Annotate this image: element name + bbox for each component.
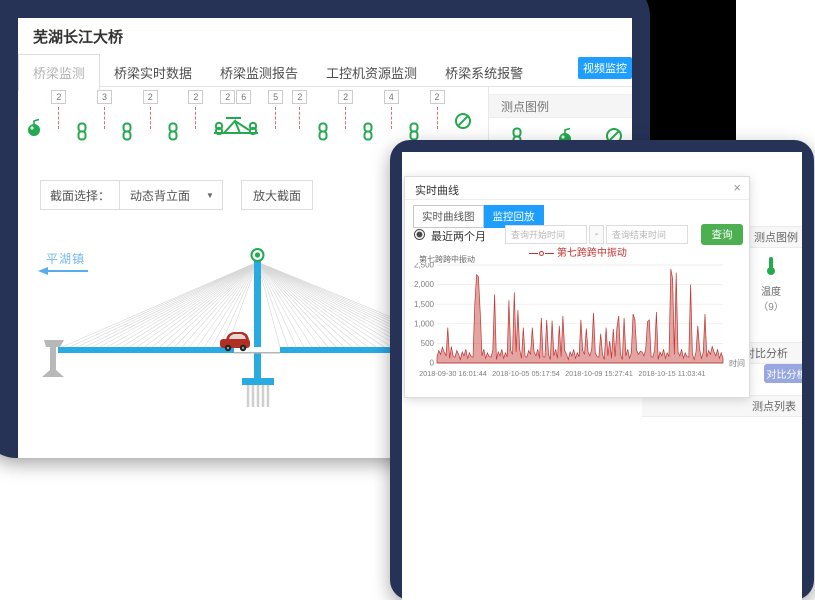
date-range-separator: - [589,225,604,244]
sensor-dash-line [58,107,59,129]
legend-series-label: 第七跨跨中振动 [557,248,627,259]
strip-sensor-group: 5 [268,90,283,129]
svg-text:1,000: 1,000 [414,319,435,328]
sensor-count-badge: 2 [292,90,307,104]
realtime-curve-dialog: 实时曲线 × 实时曲线图监控回放 最近两个月 - 查询 第七跨跨中振动 第七跨跨… [404,176,750,398]
strip-chain-icon[interactable] [362,90,374,141]
main-tabs-row: 桥梁监测桥梁实时数据桥梁监测报告工控机资源监测桥梁系统报警 视频监控 [18,54,632,87]
sensor-dash-line [299,107,300,129]
legend-panel-title: 测点图例 [489,94,632,118]
sensor-dash-line [104,107,105,129]
strip-chain-icon[interactable] [167,90,179,141]
legend-line-icon [529,253,538,254]
sensor-count-badge: 3 [97,90,112,104]
strip-sensor-group: 2 [51,90,66,129]
strip-sensor-group: 2 [188,90,203,129]
svg-text:2018-10-05 05:17:54: 2018-10-05 05:17:54 [492,369,560,378]
tower-sensor-icon[interactable] [252,249,264,261]
main-tab-3[interactable]: 工控机资源监测 [312,55,431,90]
video-monitor-button[interactable]: 视频监控 [578,57,632,79]
strip-chain-icon[interactable] [408,90,420,141]
chart-series-area [437,269,723,363]
legend-circle-icon [539,251,544,256]
sensor-count-badge: 2 [188,90,203,104]
sensor-count-badge: 2 [220,90,235,104]
strip-sensor-group: 2 [143,90,158,129]
main-tab-4[interactable]: 桥梁系统报警 [431,55,537,90]
query-button[interactable]: 查询 [701,224,743,245]
sensor-count-badge: 6 [236,90,251,104]
sensor-dash-line [195,107,196,129]
section-selector-row: 截面选择： 动态背立面 ▼ 放大截面 [40,180,313,210]
sensor-count-badge: 2 [430,90,445,104]
strip-ball-icon[interactable] [26,90,42,137]
svg-text:500: 500 [421,339,435,348]
strip-ban-icon[interactable] [454,90,472,130]
bridge-abutment [42,340,64,377]
deck-joint [234,352,280,354]
thermometer-icon [765,256,777,276]
end-time-input[interactable] [606,225,688,244]
vibration-chart: 0 500 1,000 1,500 2,000 2,500 2018-09-30 16:01… [407,263,749,395]
temperature-label: 温度 [754,283,788,298]
chevron-down-icon: ▼ [206,191,214,200]
dialog-titlebar: 实时曲线 × [405,177,749,200]
section-select-value: 动态背立面 [130,187,190,204]
sensor-count-badge: 2 [143,90,158,104]
strip-bridge-icon[interactable]: 26 [213,90,259,137]
range-radio[interactable] [415,230,424,239]
main-tabs: 桥梁监测桥梁实时数据桥梁监测报告工控机资源监测桥梁系统报警 [18,65,537,82]
range-radio-label: 最近两个月 [431,228,486,244]
pier-cap [242,378,274,385]
query-form: 最近两个月 - 查询 [413,225,745,245]
main-tab-2[interactable]: 桥梁监测报告 [206,55,312,90]
main-tab-0[interactable]: 桥梁监测 [18,54,100,91]
svg-text:2018-09-30 16:01:44: 2018-09-30 16:01:44 [419,369,487,378]
legend-line-icon [545,253,554,254]
modal-window-frame: 测点图例 温度 （9） 对比分析 对比分析 测点列表 实时曲线 × 实时曲线图监… [390,140,814,600]
sensor-count-badge: 5 [268,90,283,104]
strip-sensor-group: 2 [338,90,353,129]
section-selector-label: 截面选择： [41,181,120,209]
svg-text:2,500: 2,500 [414,263,435,270]
start-time-input[interactable] [505,225,587,244]
strip-chain-icon[interactable] [76,90,88,141]
strip-sensor-group: 2 [430,90,445,129]
sensor-dash-line [150,107,151,129]
svg-text:0: 0 [430,359,435,368]
zoom-section-button[interactable]: 放大截面 [241,180,313,210]
modal-window-content: 测点图例 温度 （9） 对比分析 对比分析 测点列表 实时曲线 × 实时曲线图监… [402,152,802,600]
section-selector-group: 截面选择： 动态背立面 ▼ [40,180,223,210]
strip-sensor-group: 2 [292,90,307,129]
point-list-header: 测点列表 [642,395,802,417]
sensor-count-badge: 2 [338,90,353,104]
sensor-dash-line [275,107,276,129]
sensor-dash-line [391,107,392,129]
svg-text:1,500: 1,500 [414,300,435,309]
strip-chain-icon[interactable] [121,90,133,141]
close-icon[interactable]: × [733,180,741,195]
svg-text:2018-10-09 15:27:41: 2018-10-09 15:27:41 [565,369,633,378]
page-title: 芜湖长江大桥 [33,26,123,47]
sensor-dash-line [437,107,438,129]
temperature-count: （9） [754,298,788,313]
temperature-sensor-item[interactable]: 温度 （9） [754,256,788,313]
sensor-count-badge: 4 [384,90,399,104]
compare-analysis-button[interactable]: 对比分析 [764,364,802,383]
main-tab-1[interactable]: 桥梁实时数据 [100,55,206,90]
bridge-tower [254,260,261,380]
sensor-count-badge: 2 [51,90,66,104]
svg-text:2018-10-15 11:03:41: 2018-10-15 11:03:41 [638,369,705,378]
svg-text:时间: 时间 [729,358,745,368]
strip-sensor-group: 3 [97,90,112,129]
svg-text:2,000: 2,000 [414,280,435,289]
dialog-title: 实时曲线 [415,182,459,198]
sensor-dash-line [345,107,346,129]
strip-chain-icon[interactable] [317,90,329,141]
strip-sensor-group: 4 [384,90,399,129]
section-select-dropdown[interactable]: 动态背立面 ▼ [120,181,222,209]
pier-hatch [248,385,268,407]
